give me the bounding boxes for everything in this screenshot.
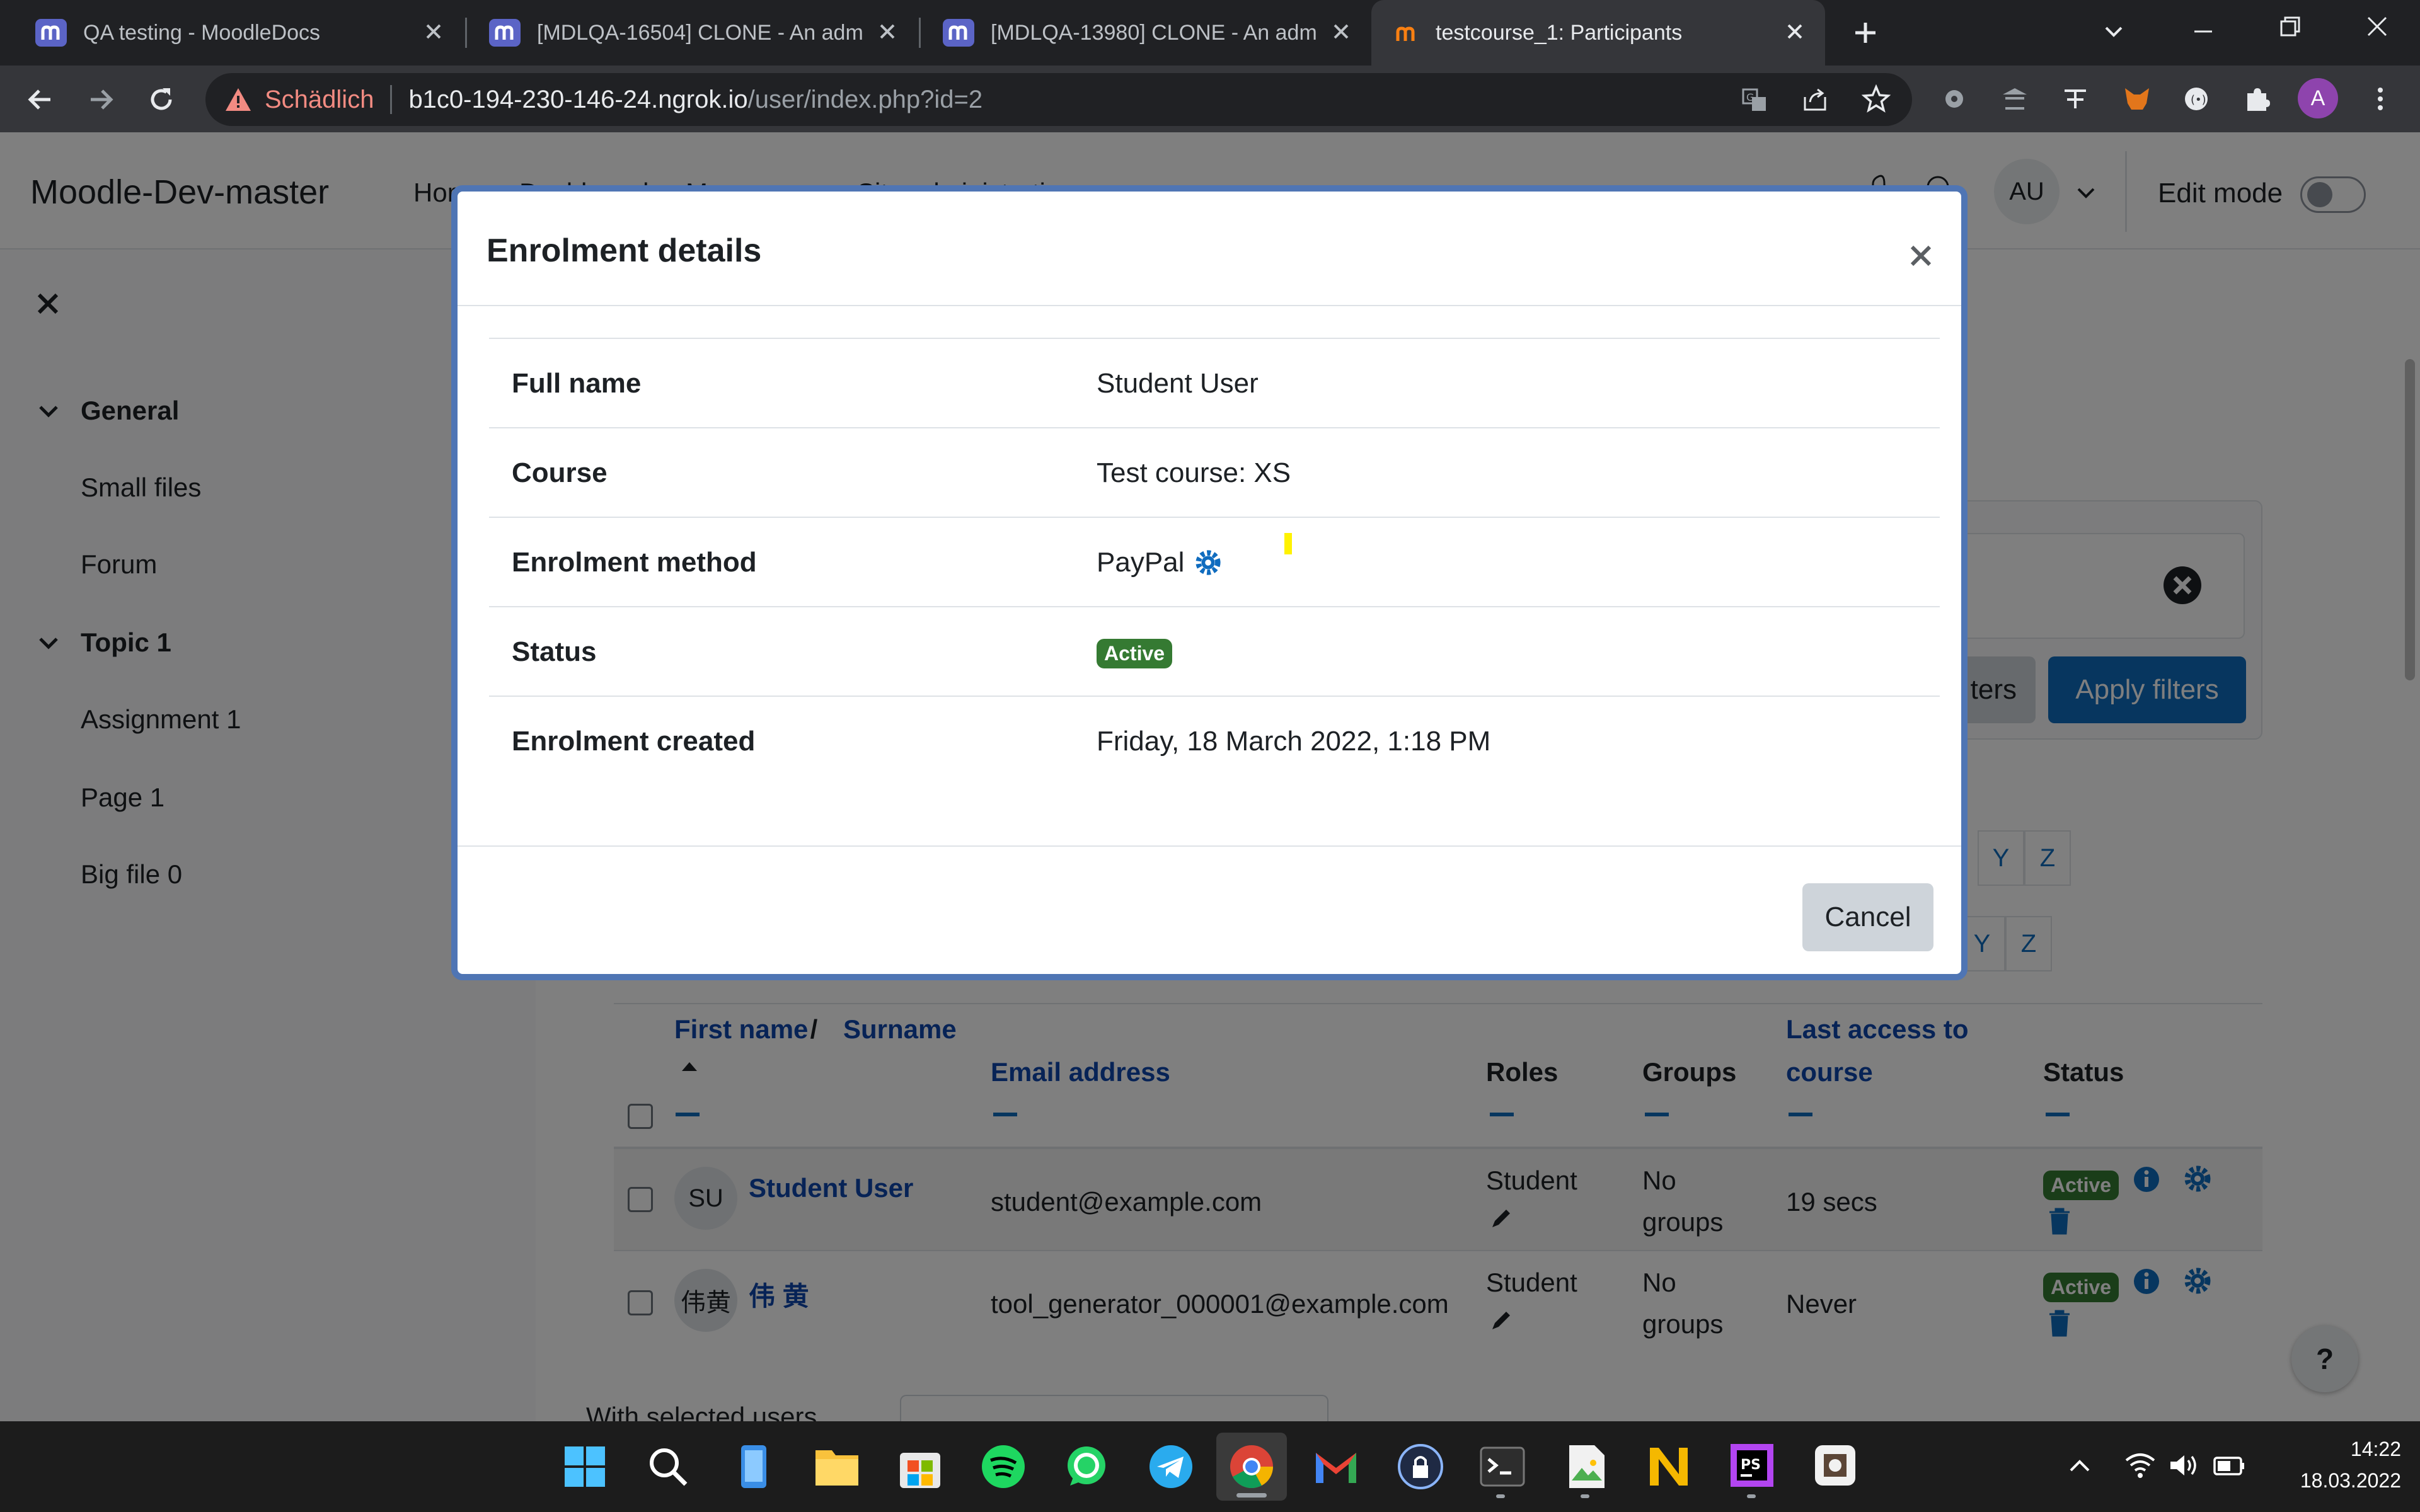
tab-close-icon[interactable] (1328, 19, 1354, 44)
detail-value: Friday, 18 March 2022, 1:18 PM (1097, 726, 1491, 757)
status-badge: Active (1097, 639, 1173, 668)
moodle-favicon-icon (489, 19, 521, 47)
edit-enrolment-gear-icon[interactable] (1194, 549, 1222, 576)
tab-title: [MDLQA-13980] CLONE - An adm (991, 20, 1317, 45)
extension-gear-icon[interactable] (1940, 84, 1969, 113)
detail-row-course: Course Test course: XS (489, 427, 1940, 517)
widgets-icon[interactable] (734, 1443, 774, 1491)
notes-app-icon[interactable] (1645, 1443, 1693, 1491)
forward-icon[interactable] (86, 84, 116, 115)
window-close-icon[interactable] (2365, 14, 2390, 39)
tab-close-icon[interactable] (875, 19, 900, 44)
tab-title: QA testing - MoodleDocs (83, 20, 321, 45)
image-viewer-icon[interactable] (1565, 1443, 1608, 1491)
taskbar-active-indicator (1236, 1493, 1267, 1498)
profile-avatar[interactable]: A (2298, 78, 2338, 118)
battery-icon[interactable] (2212, 1452, 2247, 1479)
url-path: /user/index.php?id=2 (747, 85, 983, 113)
taskbar-date[interactable]: 18.03.2022 (2275, 1469, 2401, 1492)
modal-header-divider (458, 305, 1961, 306)
terminal-icon[interactable] (1480, 1445, 1525, 1488)
windows-taskbar (0, 1421, 2420, 1512)
taskbar-running-indicator (1747, 1494, 1756, 1498)
extensions-puzzle-icon[interactable] (2242, 84, 2271, 113)
detail-row-enrolment-created: Enrolment created Friday, 18 March 2022,… (489, 696, 1940, 785)
moodle-favicon-icon (35, 19, 67, 47)
detail-value: Test course: XS (1097, 457, 1291, 488)
detail-value-wrap: PayPal (1097, 547, 1222, 578)
omnibox-divider (390, 85, 393, 114)
modal-footer-divider (458, 845, 1961, 847)
volume-icon[interactable] (2168, 1452, 2198, 1479)
whatsapp-icon[interactable] (1064, 1444, 1109, 1489)
svg-text:PS: PS (1741, 1457, 1761, 1473)
browser-tab[interactable]: [MDLQA-16504] CLONE - An adm (466, 0, 918, 66)
taskbar-time[interactable]: 14:22 (2319, 1438, 2401, 1461)
taskbar-running-indicator (1581, 1494, 1589, 1498)
detail-value: Student User (1097, 368, 1259, 399)
detail-row-enrolment-method: Enrolment method PayPal (489, 517, 1940, 606)
extension-circle-icon[interactable]: (•) (2182, 84, 2211, 113)
address-bar[interactable]: Schädlich b1c0-194-230-146-24.ngrok.io /… (205, 73, 1912, 126)
detail-row-full-name: Full name Student User (489, 338, 1940, 427)
svg-text:G: G (1746, 91, 1754, 103)
browser-tab[interactable]: [MDLQA-13980] CLONE - An adm (920, 0, 1371, 66)
detail-row-status: Status Active (489, 606, 1940, 696)
search-icon[interactable] (647, 1445, 689, 1488)
extension-bank-icon[interactable] (2000, 84, 2029, 113)
capture-app-icon[interactable] (1812, 1443, 1858, 1488)
enrolment-method-value: PayPal (1097, 547, 1185, 578)
back-icon[interactable] (25, 84, 55, 115)
phpstorm-icon[interactable]: PS (1729, 1443, 1775, 1488)
detail-value-wrap: Active (1097, 639, 1173, 668)
telegram-icon[interactable] (1148, 1444, 1194, 1489)
gmail-icon[interactable] (1313, 1448, 1359, 1486)
url-host: b1c0-194-230-146-24.ngrok.io (408, 85, 748, 113)
modal-close-icon[interactable] (1907, 242, 1935, 270)
extension-font-icon[interactable] (2061, 84, 2090, 113)
minimize-icon[interactable] (2191, 19, 2216, 44)
microsoft-store-icon[interactable] (897, 1443, 943, 1491)
file-explorer-icon[interactable] (813, 1445, 861, 1488)
detail-label: Enrolment method (512, 547, 757, 578)
cursor-highlight (1284, 533, 1292, 554)
tab-title: [MDLQA-16504] CLONE - An adm (537, 20, 863, 45)
enrolment-details-modal: Enrolment details Full name Student User… (451, 185, 1968, 980)
cancel-button[interactable]: Cancel (1802, 883, 1933, 951)
share-icon[interactable] (1801, 86, 1829, 113)
modal-title: Enrolment details (487, 232, 762, 269)
taskbar-running-indicator (1496, 1494, 1505, 1498)
spotify-icon[interactable] (981, 1444, 1026, 1489)
tab-title: testcourse_1: Participants (1436, 20, 1683, 45)
tab-close-icon[interactable] (1782, 19, 1807, 44)
chrome-icon[interactable] (1229, 1444, 1274, 1489)
windows-start-icon[interactable] (562, 1444, 608, 1489)
browser-tab-active[interactable]: testcourse_1: Participants (1371, 0, 1825, 66)
metamask-icon[interactable] (2121, 83, 2153, 115)
tray-chevron-up-icon[interactable] (2067, 1454, 2092, 1479)
warning-icon (226, 88, 251, 111)
new-tab-icon[interactable] (1850, 18, 1881, 48)
tab-search-chevron-icon[interactable] (2101, 19, 2126, 44)
detail-label: Enrolment created (512, 726, 756, 757)
moodle-favicon-icon (1394, 19, 1419, 47)
vpn-lock-icon[interactable] (1397, 1443, 1444, 1491)
detail-label: Status (512, 636, 597, 667)
tab-close-icon[interactable] (421, 19, 446, 44)
wifi-icon[interactable] (2124, 1452, 2157, 1479)
restore-icon[interactable] (2278, 14, 2303, 39)
browser-tab-strip: QA testing - MoodleDocs [MDLQA-16504] CL… (0, 0, 2420, 66)
bookmark-star-icon[interactable] (1862, 84, 1891, 113)
detail-label: Course (512, 457, 608, 488)
detail-label: Full name (512, 368, 642, 399)
moodle-favicon-icon (943, 19, 974, 47)
security-warning-label[interactable]: Schädlich (265, 86, 374, 114)
browser-tab[interactable]: QA testing - MoodleDocs (13, 0, 464, 66)
svg-text:(•): (•) (2191, 93, 2206, 106)
browser-menu-icon[interactable] (2366, 84, 2395, 113)
translate-icon[interactable]: G (1741, 86, 1768, 113)
reload-icon[interactable] (146, 84, 176, 115)
